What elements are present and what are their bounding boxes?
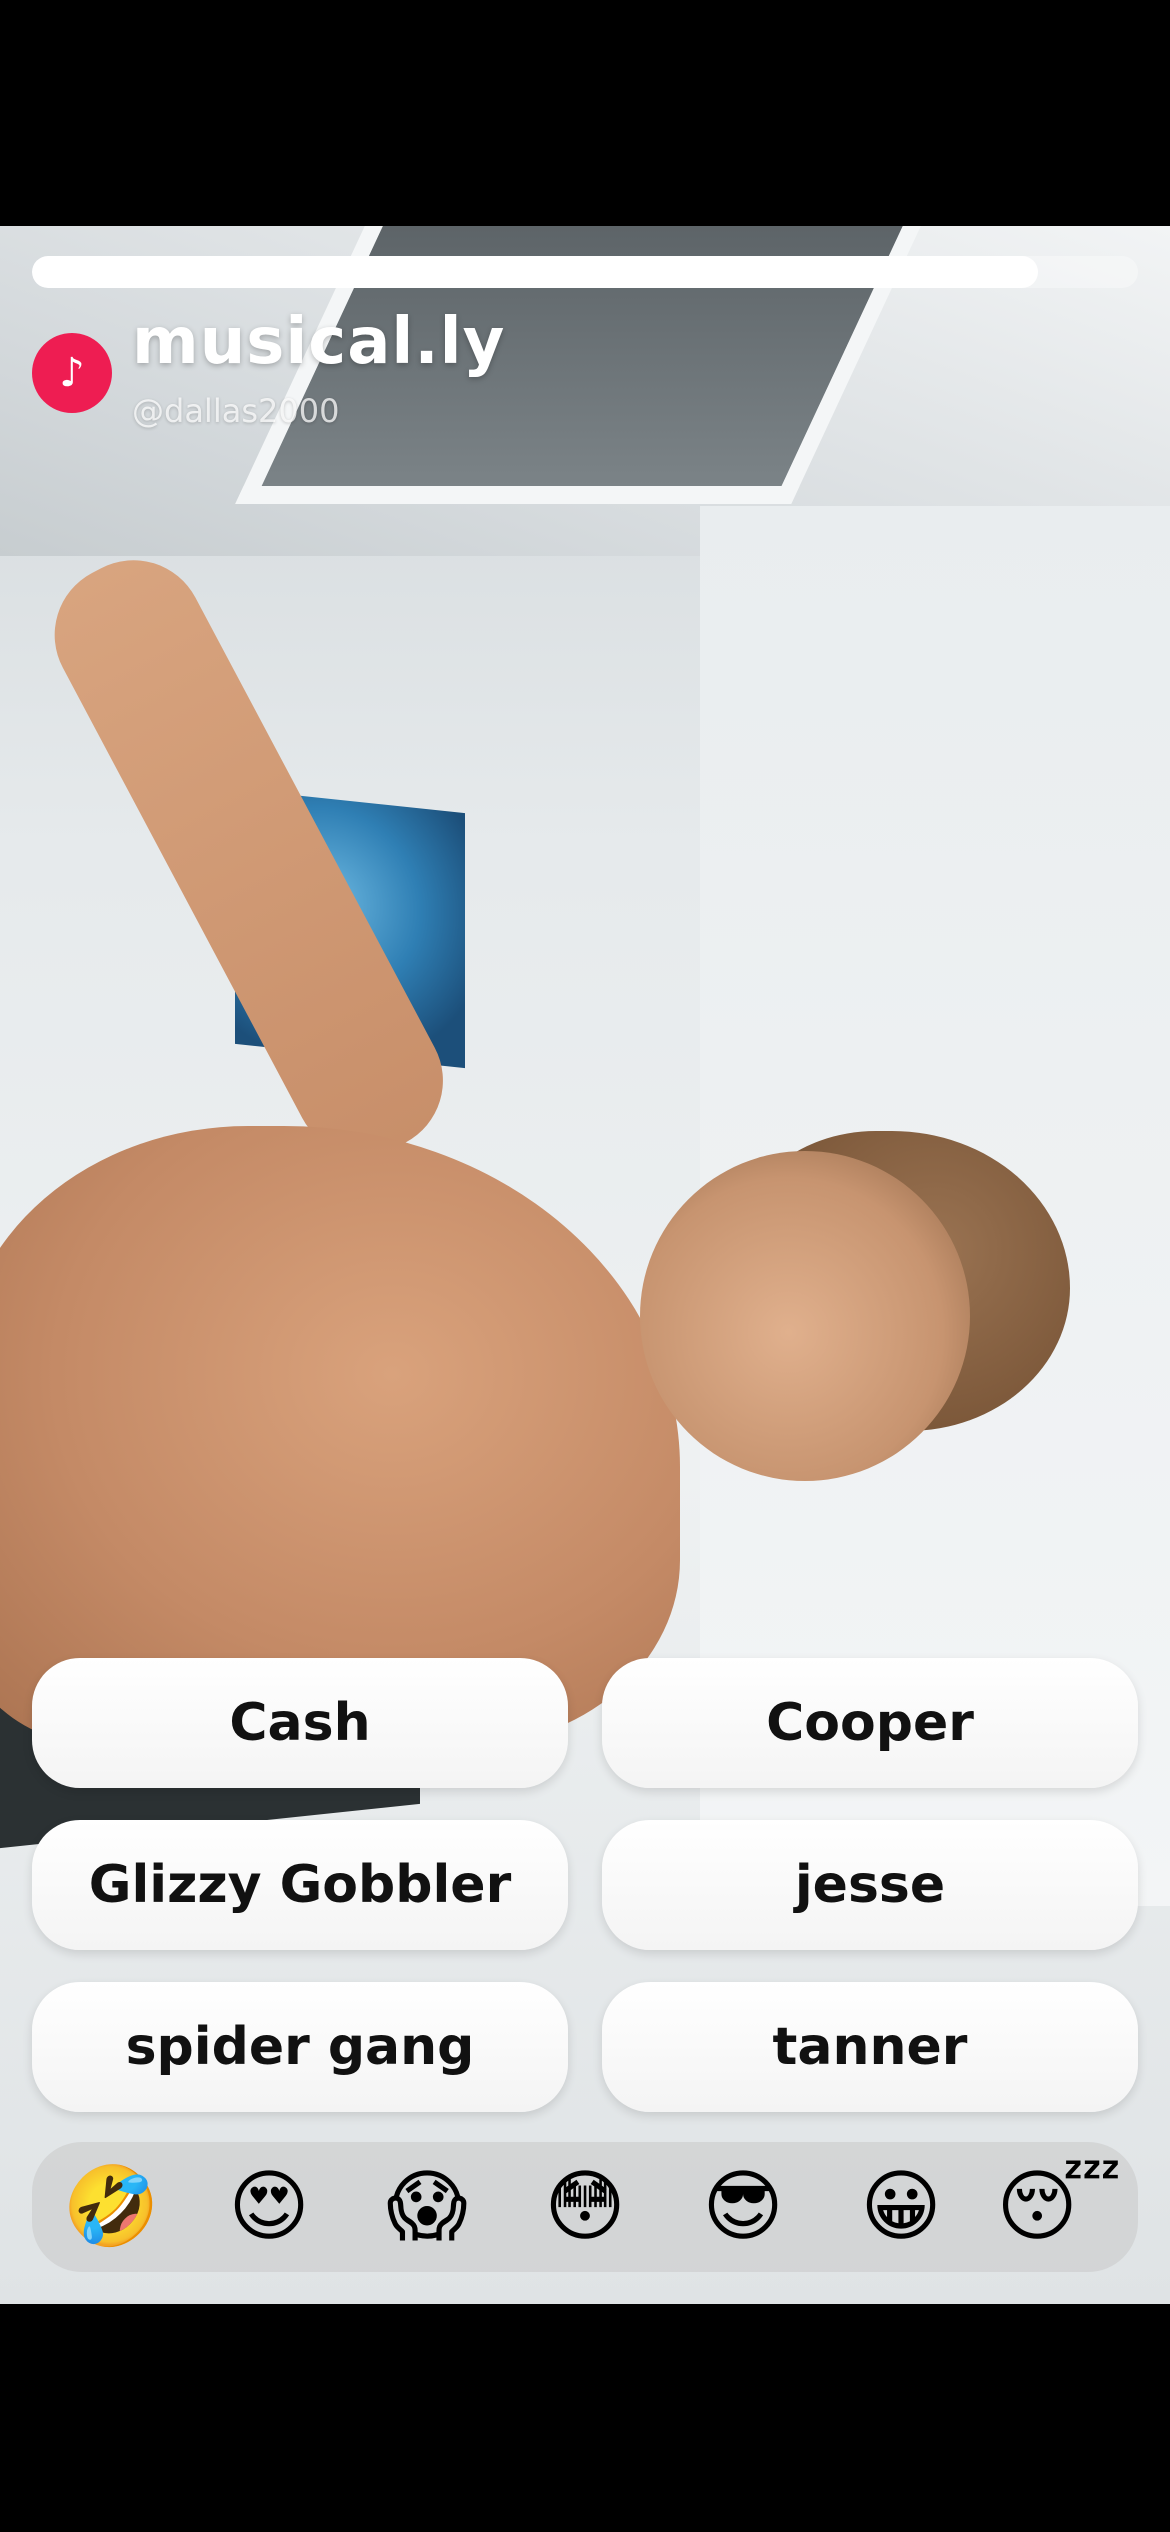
poll-option-glizzy-gobbler[interactable]: Glizzy Gobbler xyxy=(32,1820,568,1950)
heart-eyes-emoji-icon[interactable]: 😍 xyxy=(219,2157,319,2257)
sunglasses-emoji-icon[interactable]: 😎 xyxy=(693,2157,793,2257)
poll-options: Cash Cooper Glizzy Gobbler jesse spider … xyxy=(32,1658,1138,2112)
person-body xyxy=(0,1126,680,1746)
grinning-emoji-icon[interactable]: 😀 xyxy=(851,2157,951,2257)
flushed-emoji-icon[interactable]: 😳 xyxy=(535,2157,635,2257)
story-screen: ♪ musical.ly @dallas2000 Cash Cooper Gli… xyxy=(0,0,1170,2532)
poll-option-cooper[interactable]: Cooper xyxy=(602,1658,1138,1788)
poll-option-jesse[interactable]: jesse xyxy=(602,1820,1138,1950)
rolling-laughing-emoji-icon[interactable]: 🤣 xyxy=(61,2157,161,2257)
sleeping-emoji-icon[interactable]: 😴 xyxy=(996,2157,1121,2257)
story-progress-bar xyxy=(32,256,1138,288)
poll-option-tanner[interactable]: tanner xyxy=(602,1982,1138,2112)
music-note-icon: ♪ xyxy=(32,333,112,413)
app-watermark: musical.ly xyxy=(132,305,506,379)
person-head xyxy=(640,1151,970,1481)
reaction-bar: 🤣 😍 😱 😳 😎 😀 😴 xyxy=(32,2142,1138,2272)
story-progress-fill xyxy=(32,256,1039,288)
poll-option-spider-gang[interactable]: spider gang xyxy=(32,1982,568,2112)
account-handle: @dallas2000 xyxy=(132,392,340,430)
screaming-emoji-icon[interactable]: 😱 xyxy=(377,2157,477,2257)
poll-option-cash[interactable]: Cash xyxy=(32,1658,568,1788)
